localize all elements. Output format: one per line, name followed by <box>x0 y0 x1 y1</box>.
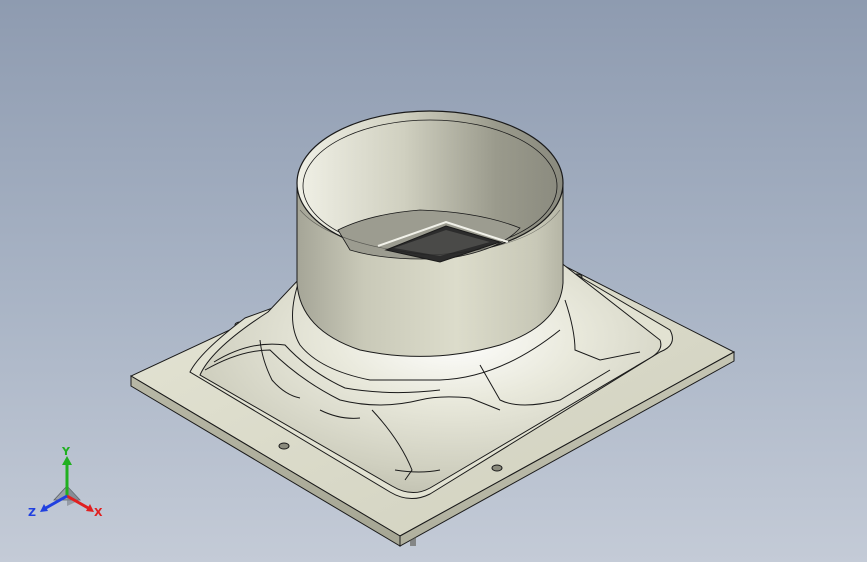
z-axis-label: Z <box>28 506 36 519</box>
x-axis-label: X <box>94 506 103 519</box>
mounting-hole <box>278 442 290 450</box>
duct-collar[interactable] <box>296 110 564 357</box>
orientation-triad[interactable]: Y X Z <box>22 446 112 526</box>
y-axis-label: Y <box>61 446 71 458</box>
mounting-hole <box>491 464 503 472</box>
3d-model-view[interactable] <box>0 0 867 562</box>
graphics-viewport[interactable]: Y X Z <box>0 0 867 562</box>
